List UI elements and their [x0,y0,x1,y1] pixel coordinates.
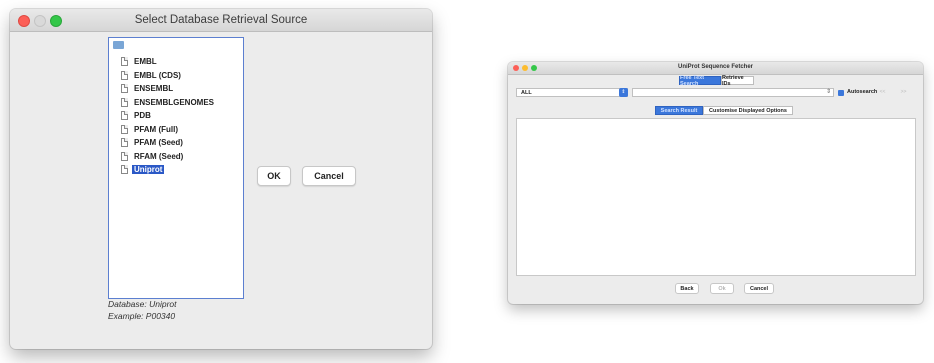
tree-item-ensembl[interactable]: ENSEMBL [121,82,216,96]
autosearch-label: Autosearch [847,89,878,95]
tree-item-embl[interactable]: EMBL [121,55,216,69]
back-button[interactable]: Back [675,283,699,294]
search-results-panel [516,118,916,276]
ok-button[interactable]: OK [257,166,291,186]
fetcher-titlebar: UniProt Sequence Fetcher [508,62,923,75]
document-icon [121,124,128,134]
tree-item-pfam-seed[interactable]: PFAM (Seed) [121,136,216,150]
stepper-icon[interactable]: ⇕ [826,88,831,97]
tree-item-pdb[interactable]: PDB [121,109,216,123]
dialog-title: Select Database Retrieval Source [134,14,308,26]
tab-customise-displayed-options[interactable]: Customise Displayed Options [703,106,793,115]
tree-item-ensemblgenomes[interactable]: ENSEMBLGENOMES [121,96,216,110]
document-icon [121,97,128,107]
cancel-button[interactable]: Cancel [302,166,356,186]
database-label: Database: Uniprot [108,299,177,309]
tab-retrieve-ids[interactable]: Retrieve IDs [721,75,754,87]
document-icon [121,57,128,67]
cancel-button[interactable]: Cancel [744,283,774,294]
next-page-button[interactable]: >> [895,88,912,97]
retrieval-source-dialog: Select Database Retrieval Source EMBL EM… [10,9,432,349]
document-icon [121,151,128,161]
document-icon [121,70,128,80]
fetcher-title: UniProt Sequence Fetcher [677,64,754,70]
tab-search-result[interactable]: Search Result [655,106,703,115]
source-list: EMBL EMBL (CDS) ENSEMBL ENSEMBLGENOMES P… [121,55,216,177]
previous-page-button[interactable]: << [874,88,891,97]
document-icon [121,165,128,175]
document-icon [121,111,128,121]
source-tree[interactable]: EMBL EMBL (CDS) ENSEMBL ENSEMBLGENOMES P… [108,37,244,299]
autosearch-checkbox[interactable] [838,90,844,96]
search-field-select[interactable]: ALL [516,88,628,97]
ok-button[interactable]: Ok [710,283,734,294]
tree-item-embl-cds[interactable]: EMBL (CDS) [121,69,216,83]
chevron-updown-icon[interactable]: ⇕ [619,88,628,97]
tab-free-text-search[interactable]: Free Text Search [679,75,721,87]
uniprot-fetcher-window: UniProt Sequence Fetcher Free Text Searc… [508,62,923,304]
query-input[interactable] [632,88,834,97]
dialog-titlebar: Select Database Retrieval Source [10,9,432,32]
example-label: Example: P00340 [108,311,176,321]
tree-item-rfam-seed[interactable]: RFAM (Seed) [121,150,216,164]
tree-item-uniprot[interactable]: Uniprot [121,163,216,177]
folder-icon[interactable] [113,41,124,49]
document-icon [121,138,128,148]
tree-item-pfam-full[interactable]: PFAM (Full) [121,123,216,137]
document-icon [121,84,128,94]
